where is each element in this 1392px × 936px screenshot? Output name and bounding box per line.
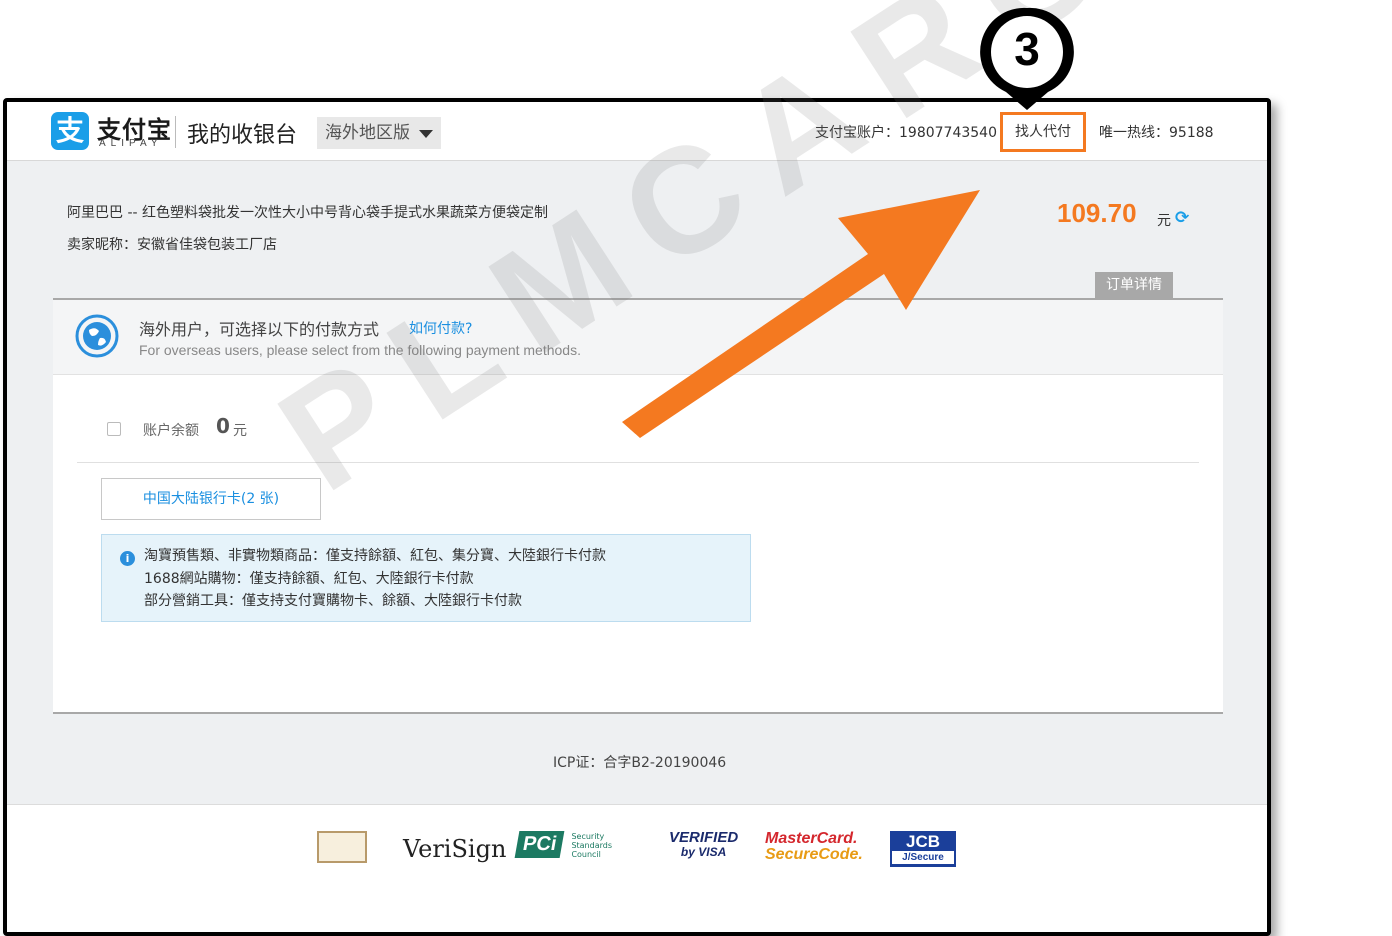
overseas-notice: 海外用户，可选择以下的付款方式 如何付款? For overseas users… [53, 300, 1223, 375]
info-line: 淘寶預售類、非實物類商品：僅支持餘額、紅包、集分寶、大陸銀行卡付款 [144, 548, 606, 564]
jcb-line-2: J/Secure [892, 851, 954, 864]
verisign-badge: VeriSign [403, 835, 507, 863]
region-label: 海外地区版 [325, 123, 410, 143]
how-to-pay-link[interactable]: 如何付款? [409, 318, 472, 338]
alipay-logo-sub: ALIPAY [99, 138, 163, 149]
balance-checkbox[interactable] [107, 422, 121, 436]
visa-line-2: by VISA [680, 845, 727, 859]
currency-label: 元 [1157, 213, 1171, 229]
divider [77, 462, 1199, 463]
chevron-down-icon [419, 130, 433, 138]
balance-unit: 元 [233, 423, 247, 439]
alipay-logo-icon: 支 [51, 112, 89, 150]
info-icon: i [120, 551, 135, 566]
pci-sub: Security Standards Council [571, 832, 612, 859]
balance-value: 0 [216, 414, 230, 438]
notice-text-cn: 海外用户，可选择以下的付款方式 [139, 320, 380, 339]
notice-text-en: For overseas users, please select from t… [139, 342, 581, 358]
order-detail-button[interactable]: 订单详情 [1095, 272, 1173, 298]
pci-badge: PCi Security Standards Council [514, 831, 631, 867]
alipay-window: 支 支付宝 ALIPAY 我的收银台 海外地区版 支付宝账户：198077435… [3, 98, 1271, 936]
balance-label: 账户余额 [143, 423, 199, 439]
seller-name: 卖家昵称：安徽省佳袋包装工厂店 [67, 237, 277, 253]
account-info: 支付宝账户：19807743540 [815, 125, 997, 141]
globe-icon [75, 314, 119, 358]
payment-info-box: i 淘寶預售類、非實物類商品：僅支持餘額、紅包、集分寶、大陸銀行卡付款 1688… [101, 534, 751, 622]
footer-badges: VeriSign PCi Security Standards Council … [7, 804, 1267, 932]
verified-by-visa-badge: VERIFIED by VISA [669, 829, 739, 867]
mc-line-1: MasterCard. [765, 830, 858, 847]
region-dropdown[interactable]: 海外地区版 [317, 117, 441, 149]
info-line: 部分營銷工具：僅支持支付寶購物卡、餘額、大陸銀行卡付款 [144, 593, 522, 609]
payment-panel: 海外用户，可选择以下的付款方式 如何付款? For overseas users… [53, 298, 1223, 714]
pci-logo: PCi [514, 831, 565, 858]
pay-for-me-link[interactable]: 找人代付 [1000, 112, 1086, 152]
jcb-line-1: JCB [905, 832, 940, 851]
refresh-icon[interactable]: ⟳ [1175, 208, 1189, 228]
top-bar: 支 支付宝 ALIPAY 我的收银台 海外地区版 支付宝账户：198077435… [7, 102, 1267, 161]
mastercard-securecode-badge: MasterCard. SecureCode. [765, 831, 863, 867]
info-line: 1688網站購物：僅支持餘額、紅包、大陸銀行卡付款 [144, 571, 474, 587]
order-amount: 109.70 [1057, 198, 1137, 228]
logo-divider [175, 116, 176, 148]
mc-line-2: SecureCode. [765, 846, 863, 863]
visa-line-1: VERIFIED [669, 829, 739, 846]
cashier-title: 我的收银台 [187, 123, 298, 148]
step-number: 3 [1014, 23, 1040, 75]
icp-license: ICP证：合字B2-20190046 [553, 755, 727, 771]
mainland-bank-card-button[interactable]: 中国大陆银行卡(2 张) [101, 478, 321, 520]
certificate-badge-icon [317, 831, 367, 863]
hotline: 唯一热线：95188 [1099, 125, 1214, 141]
order-title: 阿里巴巴 -- 红色塑料袋批发一次性大小中号背心袋手提式水果蔬菜方便袋定制 [67, 205, 549, 221]
jcb-jsecure-badge: JCB J/Secure [890, 831, 956, 867]
